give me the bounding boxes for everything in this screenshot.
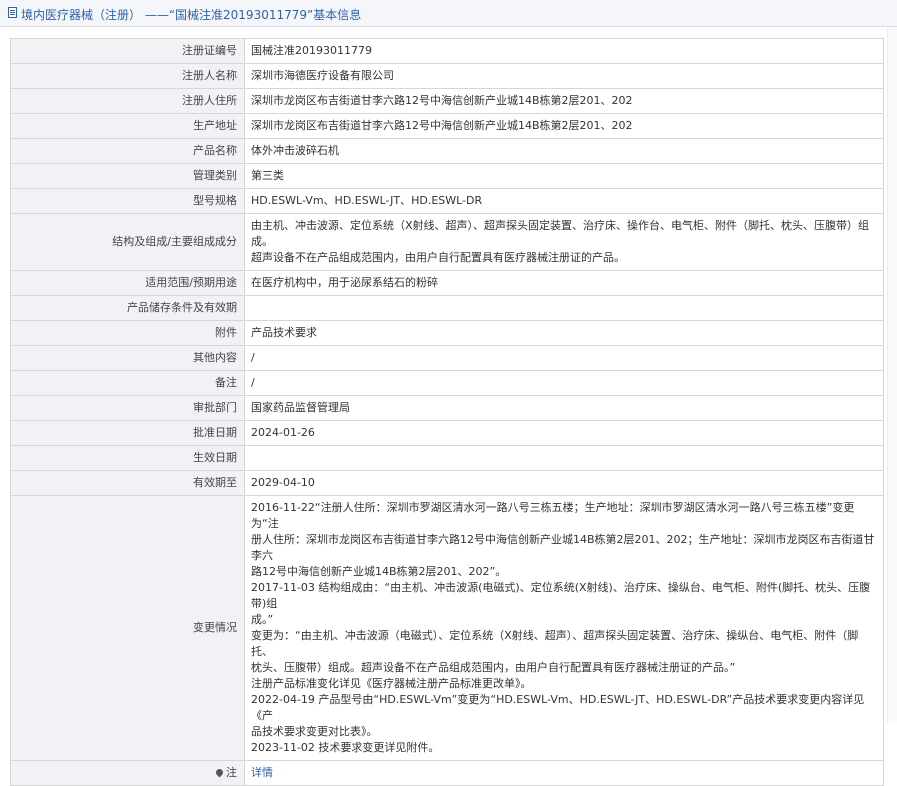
row-label: 生效日期 bbox=[10, 445, 245, 471]
row-value: 由主机、冲击波源、定位系统（X射线、超声）、超声探头固定装置、治疗床、操作台、电… bbox=[244, 213, 884, 271]
row-label: 注册人住所 bbox=[10, 88, 245, 114]
row-value: 深圳市龙岗区布吉街道甘李六路12号中海信创新产业城14B栋第2层201、202 bbox=[244, 88, 884, 114]
row-label: 生产地址 bbox=[10, 113, 245, 139]
row-value: 体外冲击波碎石机 bbox=[244, 138, 884, 164]
text-line: 由主机、冲击波源、定位系统（X射线、超声）、超声探头固定装置、治疗床、操作台、电… bbox=[251, 219, 870, 248]
row-value: / bbox=[244, 345, 884, 371]
row-value: 2029-04-10 bbox=[244, 470, 884, 496]
row-label: 注册人名称 bbox=[10, 63, 245, 89]
text-line: 超声设备不在产品组成范围内，由用户自行配置具有医疗器械注册证的产品。 bbox=[251, 251, 625, 264]
table-row: 附件 产品技术要求 bbox=[10, 320, 884, 346]
table-row: 管理类别 第三类 bbox=[10, 163, 884, 189]
table-row: 生效日期 bbox=[10, 445, 884, 471]
row-label: 备注 bbox=[10, 370, 245, 396]
text-line: 枕头、压腹带）组成。超声设备不在产品组成范围内，由用户自行配置具有医疗器械注册证… bbox=[251, 661, 736, 674]
row-value: 第三类 bbox=[244, 163, 884, 189]
details-link[interactable]: 详情 bbox=[251, 766, 273, 779]
row-value: / bbox=[244, 370, 884, 396]
text-line: 2023-11-02 技术要求变更详见附件。 bbox=[251, 741, 440, 754]
row-label: 产品储存条件及有效期 bbox=[10, 295, 245, 321]
row-label: 附件 bbox=[10, 320, 245, 346]
pin-icon bbox=[214, 767, 225, 777]
table-row: 结构及组成/主要组成成分 由主机、冲击波源、定位系统（X射线、超声）、超声探头固… bbox=[10, 213, 884, 271]
table-row: 型号规格 HD.ESWL-Vm、HD.ESWL-JT、HD.ESWL-DR bbox=[10, 188, 884, 214]
text-line: 变更为：“由主机、冲击波源（电磁式）、定位系统（X射线、超声）、超声探头固定装置… bbox=[251, 629, 859, 658]
text-line: 2017-11-03 结构组成由：“由主机、冲击波源(电磁式)、定位系统(X射线… bbox=[251, 581, 871, 610]
table-row: 备注 / bbox=[10, 370, 884, 396]
row-label: 注册证编号 bbox=[10, 38, 245, 64]
row-label: 其他内容 bbox=[10, 345, 245, 371]
page-title: 境内医疗器械（注册） ——“国械注准20193011779”基本信息 bbox=[21, 8, 362, 22]
table-row: 审批部门 国家药品监督管理局 bbox=[10, 395, 884, 421]
row-label: 管理类别 bbox=[10, 163, 245, 189]
row-label: 结构及组成/主要组成成分 bbox=[10, 213, 245, 271]
row-value: 详情 bbox=[244, 760, 884, 786]
table-row: 注册证编号 国械注准20193011779 bbox=[10, 38, 884, 64]
table-row: 注册人名称 深圳市海德医疗设备有限公司 bbox=[10, 63, 884, 89]
row-label: 注 bbox=[10, 760, 245, 786]
row-value: 深圳市龙岗区布吉街道甘李六路12号中海信创新产业城14B栋第2层201、202 bbox=[244, 113, 884, 139]
row-value: HD.ESWL-Vm、HD.ESWL-JT、HD.ESWL-DR bbox=[244, 188, 884, 214]
title-bar: 境内医疗器械（注册） ——“国械注准20193011779”基本信息 bbox=[0, 0, 897, 27]
table-row: 批准日期 2024-01-26 bbox=[10, 420, 884, 446]
text-line: 注册产品标准变化详见《医疗器械注册产品标准更改单》。 bbox=[251, 677, 532, 690]
row-label: 有效期至 bbox=[10, 470, 245, 496]
table-row: 变更情况 2016-11-22“注册人住所：深圳市罗湖区清水河一路八号三栋五楼；… bbox=[10, 495, 884, 761]
table-row: 产品名称 体外冲击波碎石机 bbox=[10, 138, 884, 164]
row-value: 2016-11-22“注册人住所：深圳市罗湖区清水河一路八号三栋五楼；生产地址：… bbox=[244, 495, 884, 761]
row-label: 批准日期 bbox=[10, 420, 245, 446]
table-row: 有效期至 2029-04-10 bbox=[10, 470, 884, 496]
row-label: 型号规格 bbox=[10, 188, 245, 214]
table-row: 生产地址 深圳市龙岗区布吉街道甘李六路12号中海信创新产业城14B栋第2层201… bbox=[10, 113, 884, 139]
row-value: 在医疗机构中，用于泌尿系结石的粉碎 bbox=[244, 270, 884, 296]
table-row: 适用范围/预期用途 在医疗机构中，用于泌尿系结石的粉碎 bbox=[10, 270, 884, 296]
table-row: 产品储存条件及有效期 bbox=[10, 295, 884, 321]
row-label: 产品名称 bbox=[10, 138, 245, 164]
row-value: 2024-01-26 bbox=[244, 420, 884, 446]
row-value: 国家药品监督管理局 bbox=[244, 395, 884, 421]
text-line: 2022-04-19 产品型号由“HD.ESWL-Vm”变更为“HD.ESWL-… bbox=[251, 693, 865, 722]
row-value bbox=[244, 295, 884, 321]
info-table: 注册证编号 国械注准20193011779 注册人名称 深圳市海德医疗设备有限公… bbox=[10, 38, 884, 786]
row-label: 变更情况 bbox=[10, 495, 245, 761]
text-line: 品技术要求变更对比表》。 bbox=[251, 725, 378, 738]
row-label: 审批部门 bbox=[10, 395, 245, 421]
note-label: 注 bbox=[226, 766, 237, 779]
table-row: 注册人住所 深圳市龙岗区布吉街道甘李六路12号中海信创新产业城14B栋第2层20… bbox=[10, 88, 884, 114]
table-row: 注 详情 bbox=[10, 760, 884, 786]
row-label: 适用范围/预期用途 bbox=[10, 270, 245, 296]
text-line: 册人住所：深圳市龙岗区布吉街道甘李六路12号中海信创新产业城14B栋第2层201… bbox=[251, 533, 875, 562]
text-line: 成。” bbox=[251, 613, 274, 626]
row-value: 深圳市海德医疗设备有限公司 bbox=[244, 63, 884, 89]
text-line: 2016-11-22“注册人住所：深圳市罗湖区清水河一路八号三栋五楼；生产地址：… bbox=[251, 501, 855, 530]
document-icon bbox=[8, 7, 17, 18]
scrollbar[interactable] bbox=[887, 27, 897, 723]
text-line: 路12号中海信创新产业城14B栋第2层201、202”。 bbox=[251, 565, 507, 578]
row-value bbox=[244, 445, 884, 471]
row-value: 国械注准20193011779 bbox=[244, 38, 884, 64]
table-row: 其他内容 / bbox=[10, 345, 884, 371]
row-value: 产品技术要求 bbox=[244, 320, 884, 346]
